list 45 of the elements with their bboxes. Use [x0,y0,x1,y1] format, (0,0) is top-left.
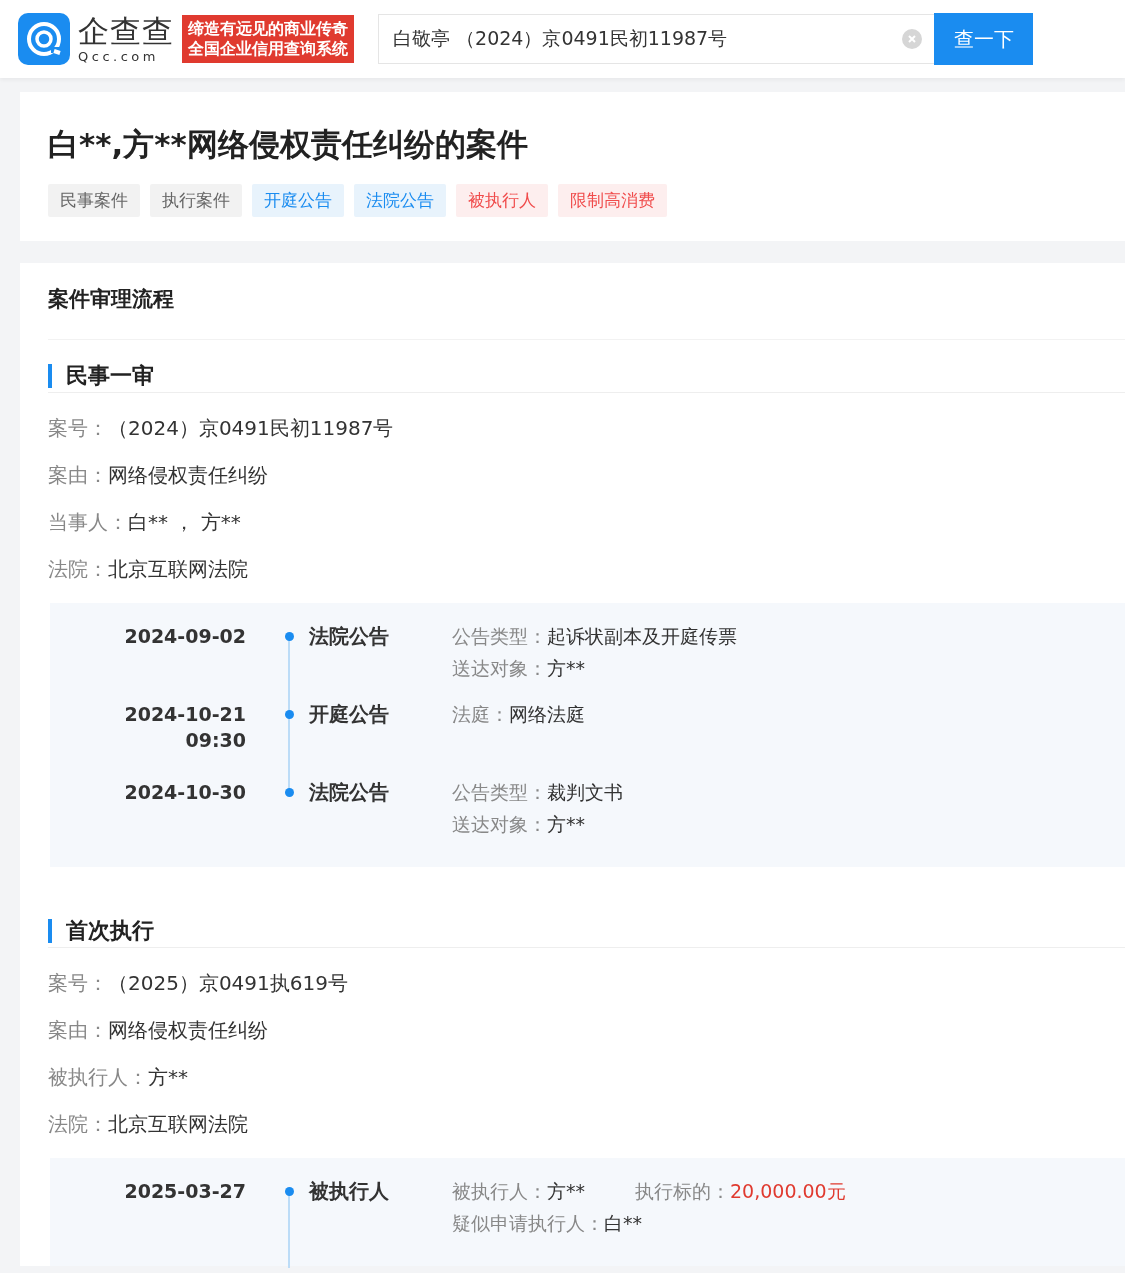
case-tag[interactable]: 执行案件 [150,184,242,217]
case-title: 白**,方**网络侵权责任纠纷的案件 [48,125,529,164]
event-time: 09:30 [185,728,246,753]
timeline-dot [284,632,294,641]
field-text: 案由：网络侵权责任纠纷 [48,463,269,487]
detail-text: 法庭：网络法庭 [452,702,585,727]
field-text: 法院：北京互联网法院 [48,557,249,581]
stage-title: 民事一审 [48,364,154,388]
field-text: 当事人：白** ， 方** [48,510,242,534]
case-tag[interactable]: 限制高消费 [558,184,667,217]
case-tag[interactable]: 被执行人 [456,184,548,217]
detail-text: 公告类型：起诉状副本及开庭传票 [452,624,737,649]
timeline-dot [284,710,294,719]
field-text: 案号：（2025）京0491执619号 [48,971,349,995]
case-tag[interactable]: 开庭公告 [252,184,344,217]
case-tag[interactable]: 法院公告 [354,184,446,217]
event-type: 开庭公告 [308,701,390,728]
search-button[interactable]: 查一下 [934,13,1033,65]
detail-text: 公告类型：裁判文书 [452,780,623,805]
detail-text: 疑似申请执行人：白** [452,1211,642,1236]
stage-title: 首次执行 [48,919,154,943]
event-date: 2024-10-21 [124,702,246,727]
field-text: 被执行人：方** [48,1065,189,1089]
event-type: 法院公告 [308,779,390,806]
detail-text: 执行标的：20,000.00元 [635,1179,846,1204]
detail-text: 被执行人：方** [452,1179,585,1204]
event-type: 被执行人 [307,1178,390,1205]
timeline-dot [284,788,294,797]
field-text: 法院：北京互联网法院 [48,1112,249,1136]
case-tag[interactable]: 民事案件 [48,184,140,217]
slogan-banner: 缔造有远见的商业传奇 全国企业信用查询系统 [182,15,354,63]
logo-icon[interactable] [18,13,70,65]
event-type: 法院公告 [308,623,390,650]
section-heading: 案件审理流程 [48,285,1125,340]
search-field[interactable]: 白敬亭 （2024）京0491民初11987号 [378,14,934,64]
brand-domain: Qcc.com [78,49,160,63]
timeline-dot [284,1187,294,1196]
field-text: 案号：（2024）京0491民初11987号 [48,416,395,440]
event-date: 2024-09-02 [124,624,246,649]
detail-text: 送达对象：方** [452,656,585,681]
detail-text: 送达对象：方** [452,812,585,837]
event-date: 2024-10-30 [124,780,246,805]
brand-name: 企查查 [78,15,174,47]
field-text: 案由：网络侵权责任纠纷 [48,1018,269,1042]
event-date: 2025-03-27 [124,1179,246,1204]
